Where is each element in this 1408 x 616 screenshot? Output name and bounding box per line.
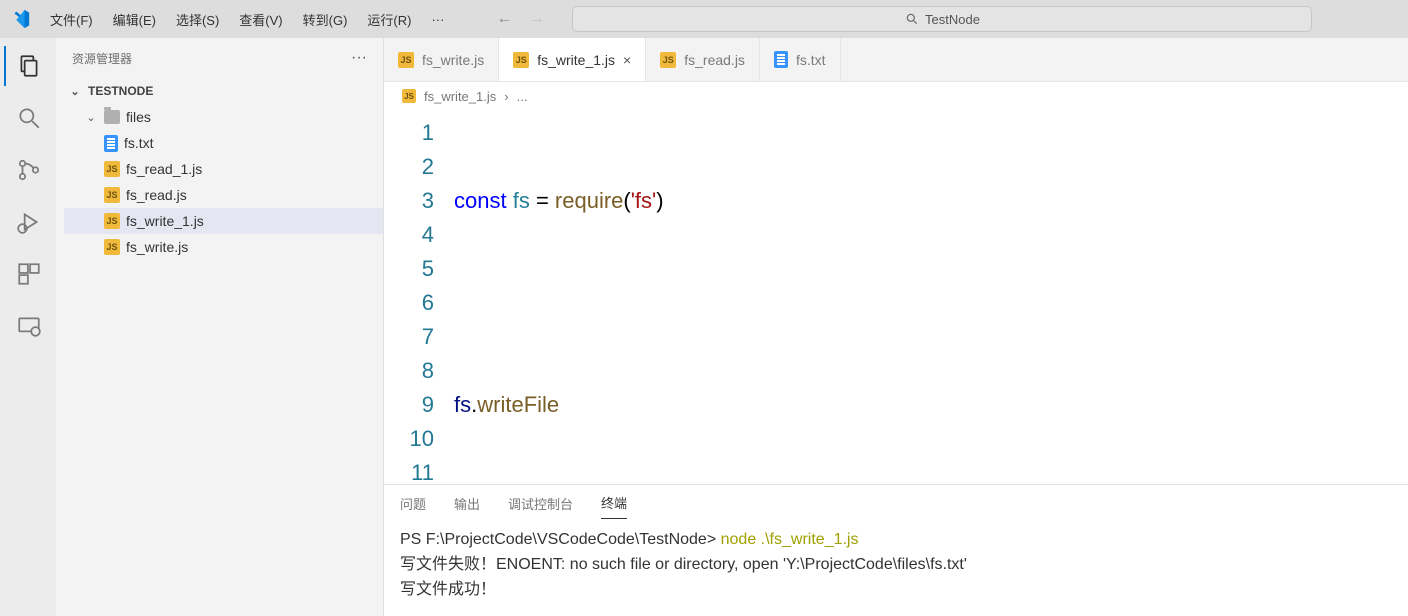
txt-file-icon xyxy=(774,51,788,68)
txt-file-icon xyxy=(104,135,118,152)
nav-back-icon[interactable]: ← xyxy=(496,10,512,28)
search-icon xyxy=(905,12,919,26)
js-file-icon: JS xyxy=(402,89,416,103)
menu-goto[interactable]: 转到(G) xyxy=(295,6,356,33)
nav-arrows: ← → xyxy=(496,10,544,28)
js-file-icon: JS xyxy=(104,213,120,229)
js-file-icon: JS xyxy=(513,52,529,68)
file-tree: ⌄TESTNODE ⌄files fs.txt JSfs_read_1.js J… xyxy=(56,78,383,260)
ab-extensions-icon[interactable] xyxy=(4,254,52,294)
js-file-icon: JS xyxy=(398,52,414,68)
ab-scm-icon[interactable] xyxy=(4,150,52,190)
activity-bar xyxy=(0,38,56,616)
panel-tab-terminal[interactable]: 终端 xyxy=(601,487,627,519)
close-icon[interactable]: × xyxy=(623,52,631,68)
line-gutter: 1234567891011 xyxy=(384,110,454,484)
code-editor[interactable]: 1234567891011 const fs = require('fs') f… xyxy=(384,110,1408,484)
ab-search-icon[interactable] xyxy=(4,98,52,138)
explorer-title: 资源管理器 xyxy=(72,50,132,67)
tree-file[interactable]: JSfs_write_1.js xyxy=(64,208,383,234)
js-file-icon: JS xyxy=(104,161,120,177)
menu-edit[interactable]: 编辑(E) xyxy=(105,6,164,33)
vscode-logo-icon xyxy=(8,7,32,31)
tree-file[interactable]: fs.txt xyxy=(64,130,383,156)
tab-fs-write-1[interactable]: JSfs_write_1.js× xyxy=(499,38,646,81)
tree-file[interactable]: JSfs_read_1.js xyxy=(64,156,383,182)
title-bar: 文件(F) 编辑(E) 选择(S) 查看(V) 转到(G) 运行(R) ··· … xyxy=(0,0,1408,38)
js-file-icon: JS xyxy=(104,187,120,203)
panel-tabs: 问题 输出 调试控制台 终端 xyxy=(384,485,1408,521)
tree-file[interactable]: JSfs_read.js xyxy=(64,182,383,208)
menu-view[interactable]: 查看(V) xyxy=(231,6,290,33)
tree-file[interactable]: JSfs_write.js xyxy=(64,234,383,260)
command-center[interactable]: TestNode xyxy=(572,6,1312,32)
menu-more[interactable]: ··· xyxy=(423,8,452,31)
tab-fs-txt[interactable]: fs.txt xyxy=(760,38,841,81)
explorer-sidebar: 资源管理器 ··· ⌄TESTNODE ⌄files fs.txt JSfs_r… xyxy=(56,38,384,616)
tree-root[interactable]: ⌄TESTNODE xyxy=(64,78,383,104)
panel-tab-debug[interactable]: 调试控制台 xyxy=(508,488,573,519)
ab-remote-icon[interactable] xyxy=(4,306,52,346)
editor-tabs: JSfs_write.js JSfs_write_1.js× JSfs_read… xyxy=(384,38,1408,82)
nav-forward-icon[interactable]: → xyxy=(528,10,544,28)
menu-run[interactable]: 运行(R) xyxy=(359,6,419,33)
menu-file[interactable]: 文件(F) xyxy=(42,6,101,33)
tab-fs-read[interactable]: JSfs_read.js xyxy=(646,38,760,81)
tab-fs-write[interactable]: JSfs_write.js xyxy=(384,38,499,81)
code-content[interactable]: const fs = require('fs') fs.writeFile ('… xyxy=(454,110,1408,484)
breadcrumb[interactable]: JS fs_write_1.js › ... xyxy=(384,82,1408,110)
editor-area: JSfs_write.js JSfs_write_1.js× JSfs_read… xyxy=(384,38,1408,616)
folder-icon xyxy=(104,110,120,124)
ab-debug-icon[interactable] xyxy=(4,202,52,242)
menu-select[interactable]: 选择(S) xyxy=(168,6,227,33)
ab-explorer-icon[interactable] xyxy=(4,46,52,86)
search-text: TestNode xyxy=(925,12,980,27)
terminal[interactable]: PS F:\ProjectCode\VSCodeCode\TestNode> n… xyxy=(384,521,1408,616)
js-file-icon: JS xyxy=(104,239,120,255)
bottom-panel: 问题 输出 调试控制台 终端 PS F:\ProjectCode\VSCodeC… xyxy=(384,484,1408,616)
js-file-icon: JS xyxy=(660,52,676,68)
panel-tab-problems[interactable]: 问题 xyxy=(400,488,426,519)
explorer-more-icon[interactable]: ··· xyxy=(351,49,367,67)
panel-tab-output[interactable]: 输出 xyxy=(454,488,480,519)
tree-folder-files[interactable]: ⌄files xyxy=(64,104,383,130)
